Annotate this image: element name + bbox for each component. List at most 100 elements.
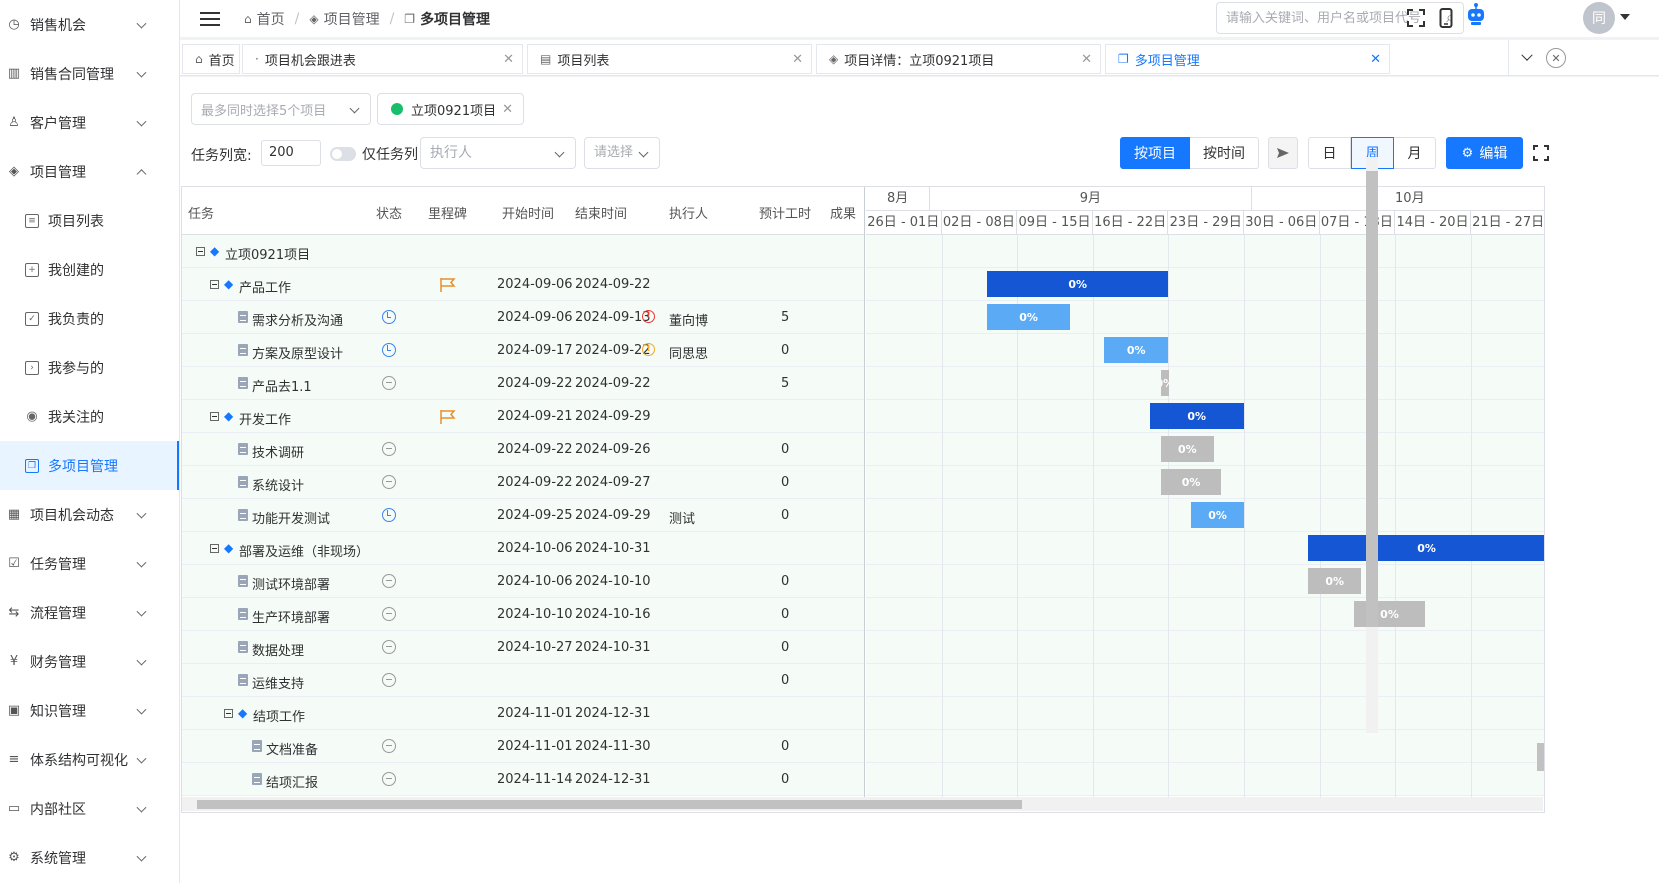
sidebar-subitem[interactable]: ✓ 我负责的 [0, 294, 179, 343]
tab-opportunity-followup[interactable]: · 项目机会跟进表 ✕ [242, 44, 523, 74]
table-row[interactable]: ◆ 部署及运维（非现场） 2024-10-06 2024-10-31 [182, 532, 864, 565]
sidebar-item[interactable]: ◈ 项目管理 [0, 147, 179, 196]
task-name[interactable]: 立项0921项目 [225, 244, 310, 263]
table-row[interactable]: 文档准备 2024-11-01 2024-11-30 0 [182, 730, 864, 763]
task-name[interactable]: 测试环境部署 [252, 574, 330, 593]
user-avatar[interactable]: 同 [1583, 2, 1615, 34]
task-name[interactable]: 运维支持 [252, 673, 304, 692]
column-header[interactable]: 任务 [188, 203, 214, 222]
horizontal-scrollbar-thumb[interactable] [197, 800, 1022, 809]
table-row[interactable]: 数据处理 2024-10-27 2024-10-31 0 [182, 631, 864, 664]
sidebar-item[interactable]: ♙ 客户管理 [0, 98, 179, 147]
close-icon[interactable]: ✕ [1370, 52, 1381, 67]
selected-project-tag[interactable]: 立项0921项目 ✕ [377, 93, 524, 125]
tab-multi-project[interactable]: ❐ 多项目管理 ✕ [1105, 44, 1390, 74]
gantt-bar[interactable]: 0% [1160, 370, 1169, 396]
sidebar-subitem[interactable]: ◉ 我关注的 [0, 392, 179, 441]
collapse-toggle-icon[interactable] [224, 709, 233, 718]
sidebar-item[interactable]: ¥ 财务管理 [0, 637, 179, 686]
task-name[interactable]: 结项汇报 [266, 772, 318, 791]
column-header[interactable]: 执行人 [669, 203, 708, 222]
column-header[interactable]: 里程碑 [428, 203, 467, 222]
collapse-toggle-icon[interactable] [210, 280, 219, 289]
table-row[interactable]: ◆ 结项工作 2024-11-01 2024-12-31 [182, 697, 864, 730]
fullscreen-icon[interactable] [1404, 6, 1428, 30]
table-row[interactable]: 结项汇报 2024-11-14 2024-12-31 0 [182, 763, 864, 796]
sidebar-subitem[interactable]: ❐ 多项目管理 [0, 441, 179, 490]
close-icon[interactable]: ✕ [1081, 52, 1092, 67]
table-row[interactable]: 方案及原型设计 2024-09-17 2024-09-22 同思思! 0 [182, 334, 864, 367]
task-name[interactable]: 技术调研 [252, 442, 304, 461]
gantt-bar[interactable]: 0% [1160, 436, 1214, 462]
sidebar-item[interactable]: ▥ 销售合同管理 [0, 49, 179, 98]
view-by-project-button[interactable]: 按项目 [1120, 137, 1190, 169]
table-row[interactable]: 运维支持 0 [182, 664, 864, 697]
task-name[interactable]: 部署及运维（非现场） [239, 541, 369, 560]
choose-select[interactable]: 请选择 [584, 137, 660, 169]
sidebar-subitem[interactable]: ≡ 项目列表 [0, 196, 179, 245]
play-button[interactable] [1268, 137, 1298, 169]
task-name[interactable]: 方案及原型设计 [252, 343, 343, 362]
gantt-bar[interactable]: 0% [1308, 568, 1362, 594]
gantt-bar[interactable]: 0% [1308, 535, 1544, 561]
table-row[interactable]: 产品去1.1 2024-09-22 2024-09-22 5 [182, 367, 864, 400]
gantt-bar[interactable]: 0% [1160, 469, 1222, 495]
sidebar-subitem[interactable]: › 我参与的 [0, 343, 179, 392]
table-row[interactable]: 测试环境部署 2024-10-06 2024-10-10 0 [182, 565, 864, 598]
breadcrumb-home[interactable]: 首页 [257, 9, 285, 29]
sidebar-subitem[interactable]: + 我创建的 [0, 245, 179, 294]
column-header[interactable]: 成果 [830, 203, 856, 222]
tab-project-detail[interactable]: ◈ 项目详情：立项0921项目 ✕ [816, 44, 1101, 74]
close-all-tabs-icon[interactable]: ✕ [1546, 48, 1566, 68]
executor-select[interactable]: 执行人 [420, 137, 576, 169]
column-header[interactable]: 预计工时 [759, 203, 811, 222]
caret-down-icon[interactable] [1620, 14, 1630, 20]
collapse-toggle-icon[interactable] [210, 412, 219, 421]
sidebar-item[interactable]: ▣ 知识管理 [0, 686, 179, 735]
mobile-icon[interactable] [1434, 6, 1458, 30]
gantt-bar[interactable]: 0% [986, 304, 1071, 330]
table-row[interactable]: 技术调研 2024-09-22 2024-09-26 0 [182, 433, 864, 466]
table-row[interactable]: 功能开发测试 2024-09-25 2024-09-29 测试 0 [182, 499, 864, 532]
task-name[interactable]: 数据处理 [252, 640, 304, 659]
task-name[interactable]: 生产环境部署 [252, 607, 330, 626]
tab-project-list[interactable]: ▤ 项目列表 ✕ [527, 44, 812, 74]
task-name[interactable]: 系统设计 [252, 475, 304, 494]
task-name[interactable]: 开发工作 [239, 409, 291, 428]
gantt-bar[interactable]: 0% [1191, 502, 1244, 528]
close-icon[interactable]: ✕ [502, 102, 513, 117]
view-by-time-button[interactable]: 按时间 [1190, 137, 1259, 169]
edit-button[interactable]: ⚙ 编辑 [1446, 137, 1523, 169]
column-header[interactable]: 状态 [376, 203, 402, 222]
scale-day-button[interactable]: 日 [1308, 137, 1351, 169]
drag-handle[interactable] [1537, 743, 1544, 771]
tabs-more-dropdown[interactable] [1508, 40, 1544, 76]
task-name[interactable]: 文档准备 [266, 739, 318, 758]
gantt-bar[interactable]: 0% [986, 271, 1169, 297]
project-multi-select[interactable]: 最多同时选择5个项目 [191, 93, 371, 125]
close-icon[interactable]: ✕ [792, 52, 803, 67]
sidebar-item[interactable]: ≡ 体系结构可视化 [0, 735, 179, 784]
task-col-width-input[interactable]: 200 [261, 140, 321, 166]
gantt-bar[interactable]: 0% [1353, 601, 1426, 627]
task-name[interactable]: 功能开发测试 [252, 508, 330, 527]
sidebar-item[interactable]: ▭ 内部社区 [0, 784, 179, 833]
gantt-bar[interactable]: 0% [1104, 337, 1169, 363]
tab-home[interactable]: ⌂ 首页 [182, 44, 240, 74]
table-row[interactable]: 生产环境部署 2024-10-10 2024-10-16 0 [182, 598, 864, 631]
collapse-toggle-icon[interactable] [196, 247, 205, 256]
sidebar-item[interactable]: ☑ 任务管理 [0, 539, 179, 588]
task-name[interactable]: 产品去1.1 [252, 376, 312, 395]
sidebar-item[interactable]: ⚙ 系统管理 [0, 833, 179, 882]
scale-month-button[interactable]: 月 [1394, 137, 1436, 169]
task-name[interactable]: 产品工作 [239, 277, 291, 296]
sidebar-item[interactable]: ◷ 销售机会 [0, 0, 179, 49]
table-row[interactable]: ◆ 产品工作 2024-09-06 2024-09-22 [182, 268, 864, 301]
table-row[interactable]: 系统设计 2024-09-22 2024-09-27 0 [182, 466, 864, 499]
close-icon[interactable]: ✕ [503, 52, 514, 67]
sidebar-item[interactable]: ▦ 项目机会动态 [0, 490, 179, 539]
table-row[interactable]: ◆ 开发工作 2024-09-21 2024-09-29 [182, 400, 864, 433]
breadcrumb-project-management[interactable]: 项目管理 [324, 9, 380, 29]
table-row[interactable]: ◆ 立项0921项目 [182, 235, 864, 268]
task-name[interactable]: 需求分析及沟通 [252, 310, 343, 329]
